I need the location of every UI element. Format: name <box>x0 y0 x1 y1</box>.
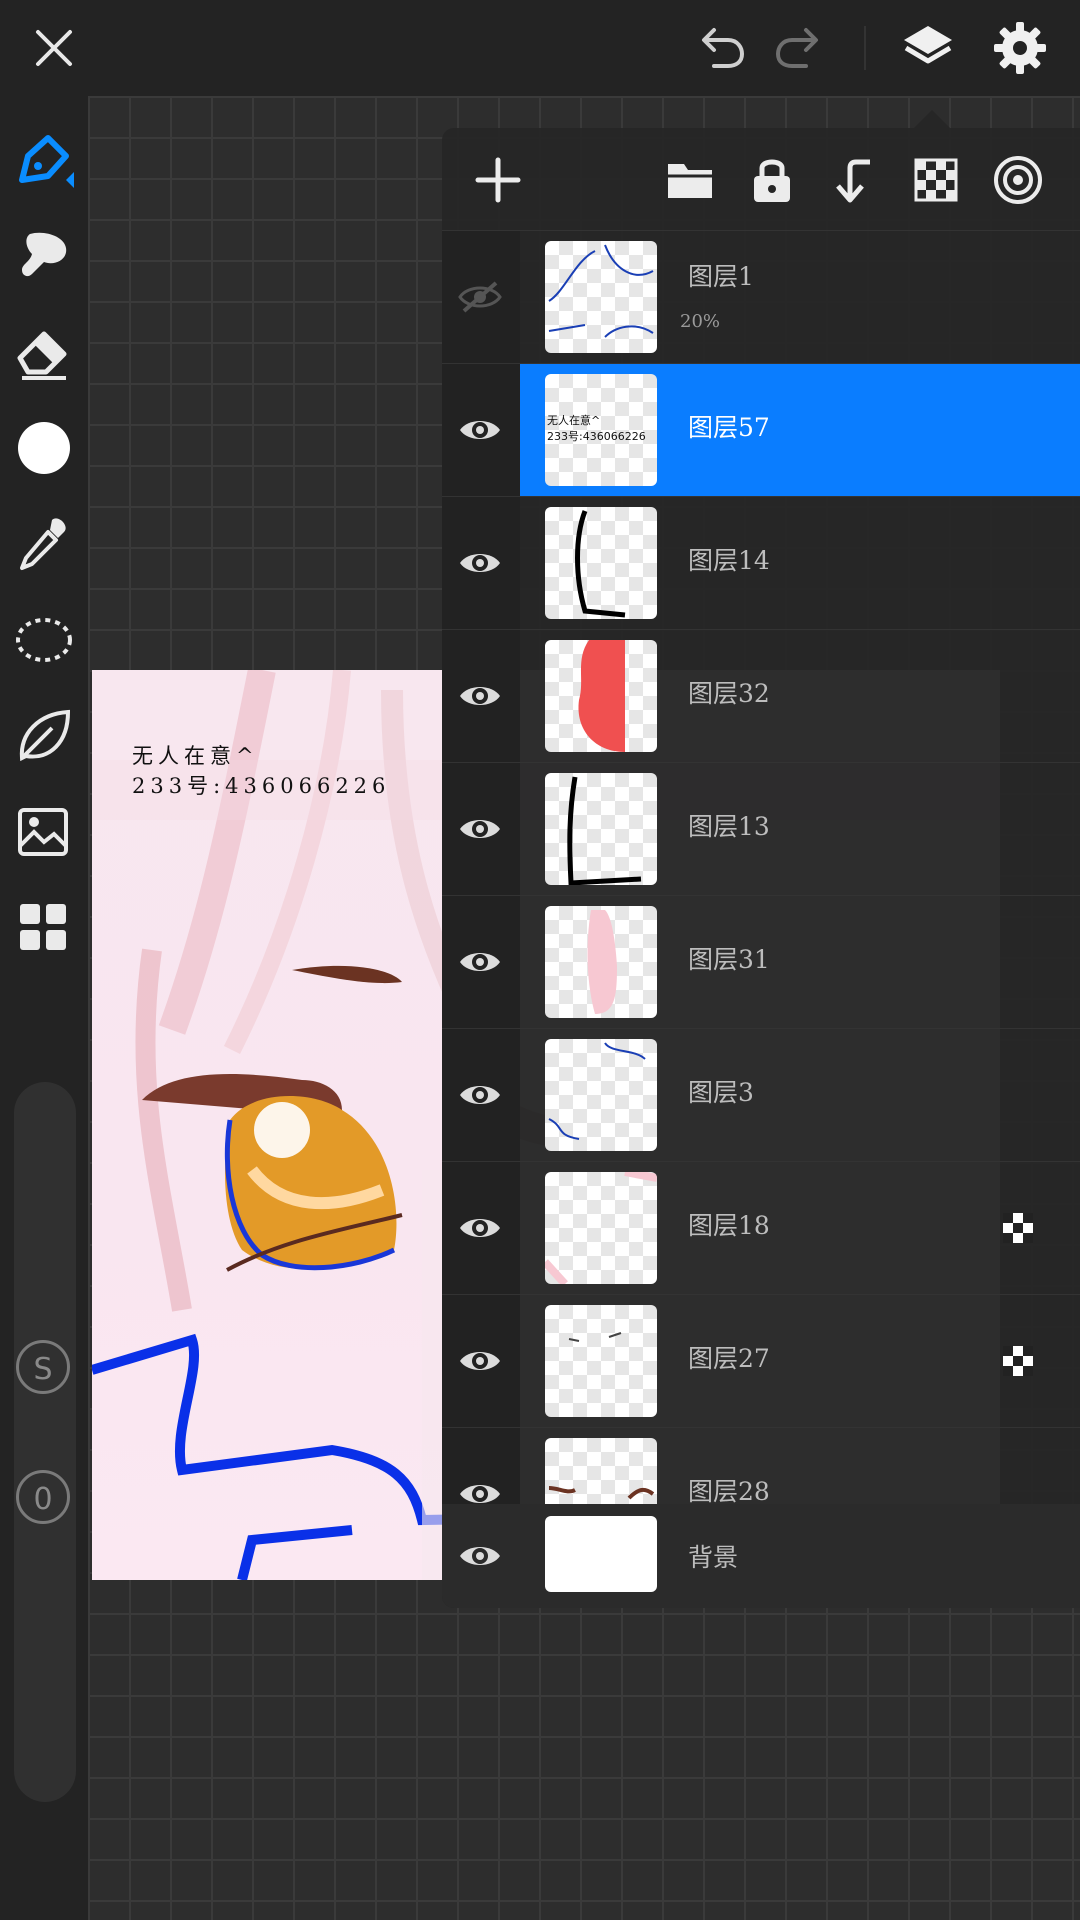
lasso-icon[interactable] <box>14 610 74 670</box>
layer-name: 图层31 <box>688 945 770 974</box>
canvas-text-line2: 233号:436066226 <box>132 774 391 798</box>
lock-icon[interactable] <box>744 152 800 208</box>
brush-size-badge[interactable]: S <box>16 1340 70 1394</box>
layer-name: 图层28 <box>688 1477 770 1504</box>
canvas-text-line1: 无人在意^ <box>132 744 259 768</box>
eye-icon[interactable] <box>458 809 502 849</box>
layer-name: 图层27 <box>688 1344 770 1373</box>
eye-icon[interactable] <box>458 942 502 982</box>
layer-name: 图层57 <box>688 413 770 442</box>
color-swatch[interactable] <box>14 418 74 478</box>
layer-thumbnail <box>545 1438 657 1504</box>
add-icon[interactable] <box>470 152 526 208</box>
eye-icon[interactable] <box>458 1536 502 1576</box>
opacity-badge[interactable]: 0 <box>16 1470 70 1524</box>
eye-icon[interactable] <box>458 1474 502 1504</box>
layer-row[interactable]: 无人在意^ 233号:436066226 图层57 <box>442 363 1080 496</box>
layer-thumbnail <box>545 1516 657 1592</box>
layer-name: 图层32 <box>688 679 770 708</box>
layers-panel-toolbar <box>442 128 1080 230</box>
redo-icon[interactable] <box>770 18 830 78</box>
eye-hidden-icon[interactable] <box>458 277 502 317</box>
layer-row[interactable]: 图层3 <box>442 1028 1080 1161</box>
brush-size-slider[interactable] <box>14 1082 76 1802</box>
layer-row[interactable]: 图层14 <box>442 496 1080 629</box>
close-icon[interactable] <box>24 18 84 78</box>
layer-name: 图层1 <box>688 262 754 291</box>
layer-row[interactable]: 图层27 <box>442 1294 1080 1427</box>
eye-icon[interactable] <box>458 543 502 583</box>
undo-icon[interactable] <box>690 18 750 78</box>
layer-name: 图层3 <box>688 1078 754 1107</box>
layers-icon[interactable] <box>898 18 958 78</box>
alpha-lock-icon[interactable] <box>908 152 964 208</box>
gear-icon[interactable] <box>990 18 1050 78</box>
layer-thumbnail <box>545 1172 657 1284</box>
eye-icon[interactable] <box>458 676 502 716</box>
merge-down-icon[interactable] <box>826 152 882 208</box>
layers-panel: 图层1 20% 无人在意^ 233号:436066226 图层57 图层14 图层32 图层1… <box>442 128 1080 1608</box>
layer-thumbnail <box>545 241 657 353</box>
drawing-app: 无人在意^ 233号:436066226 S 0 图层1 20% 无人在意^ 2… <box>0 0 1080 1920</box>
grid-icon[interactable] <box>14 898 74 958</box>
target-icon[interactable] <box>990 152 1046 208</box>
folder-icon[interactable] <box>662 152 718 208</box>
eyedropper-icon[interactable] <box>14 514 74 574</box>
layer-name: 图层13 <box>688 812 770 841</box>
toolbar-divider <box>864 26 866 70</box>
background-layer-name: 背景 <box>688 1543 739 1572</box>
layer-thumbnail <box>545 640 657 752</box>
layer-list[interactable]: 图层1 20% 无人在意^ 233号:436066226 图层57 图层14 图层32 图层1… <box>442 230 1080 1504</box>
layer-row[interactable]: 图层28 <box>442 1427 1080 1504</box>
background-layer-row[interactable]: 背景 <box>442 1504 1080 1608</box>
top-bar <box>0 0 1080 96</box>
smudge-icon[interactable] <box>14 226 74 286</box>
layer-row[interactable]: 图层31 <box>442 895 1080 1028</box>
eraser-icon[interactable] <box>14 322 74 382</box>
layer-thumbnail <box>545 906 657 1018</box>
alpha-lock-icon[interactable] <box>1002 1212 1034 1244</box>
svg-text:233号:436066226: 233号:436066226 <box>547 430 646 443</box>
panel-pointer <box>914 110 950 128</box>
layer-thumbnail <box>545 507 657 619</box>
eye-icon[interactable] <box>458 1341 502 1381</box>
layer-thumbnail: 无人在意^ 233号:436066226 <box>545 374 657 486</box>
eye-icon[interactable] <box>458 410 502 450</box>
layer-row[interactable]: 图层13 <box>442 762 1080 895</box>
layer-row[interactable]: 图层18 <box>442 1161 1080 1294</box>
layer-row[interactable]: 图层32 <box>442 629 1080 762</box>
layer-thumbnail <box>545 1305 657 1417</box>
layer-thumbnail <box>545 773 657 885</box>
layer-opacity: 20% <box>680 311 721 332</box>
alpha-lock-icon[interactable] <box>1002 1345 1034 1377</box>
layer-row[interactable]: 图层1 20% <box>442 230 1080 363</box>
pen-icon[interactable] <box>14 130 74 190</box>
eye-icon[interactable] <box>458 1075 502 1115</box>
image-icon[interactable] <box>14 802 74 862</box>
layer-name: 图层18 <box>688 1211 770 1240</box>
layer-thumbnail <box>545 1039 657 1151</box>
svg-text:无人在意^: 无人在意^ <box>547 413 600 427</box>
leaf-icon[interactable] <box>14 706 74 766</box>
eye-icon[interactable] <box>458 1208 502 1248</box>
left-toolbar: S 0 <box>0 96 88 1920</box>
layer-name: 图层14 <box>688 546 770 575</box>
